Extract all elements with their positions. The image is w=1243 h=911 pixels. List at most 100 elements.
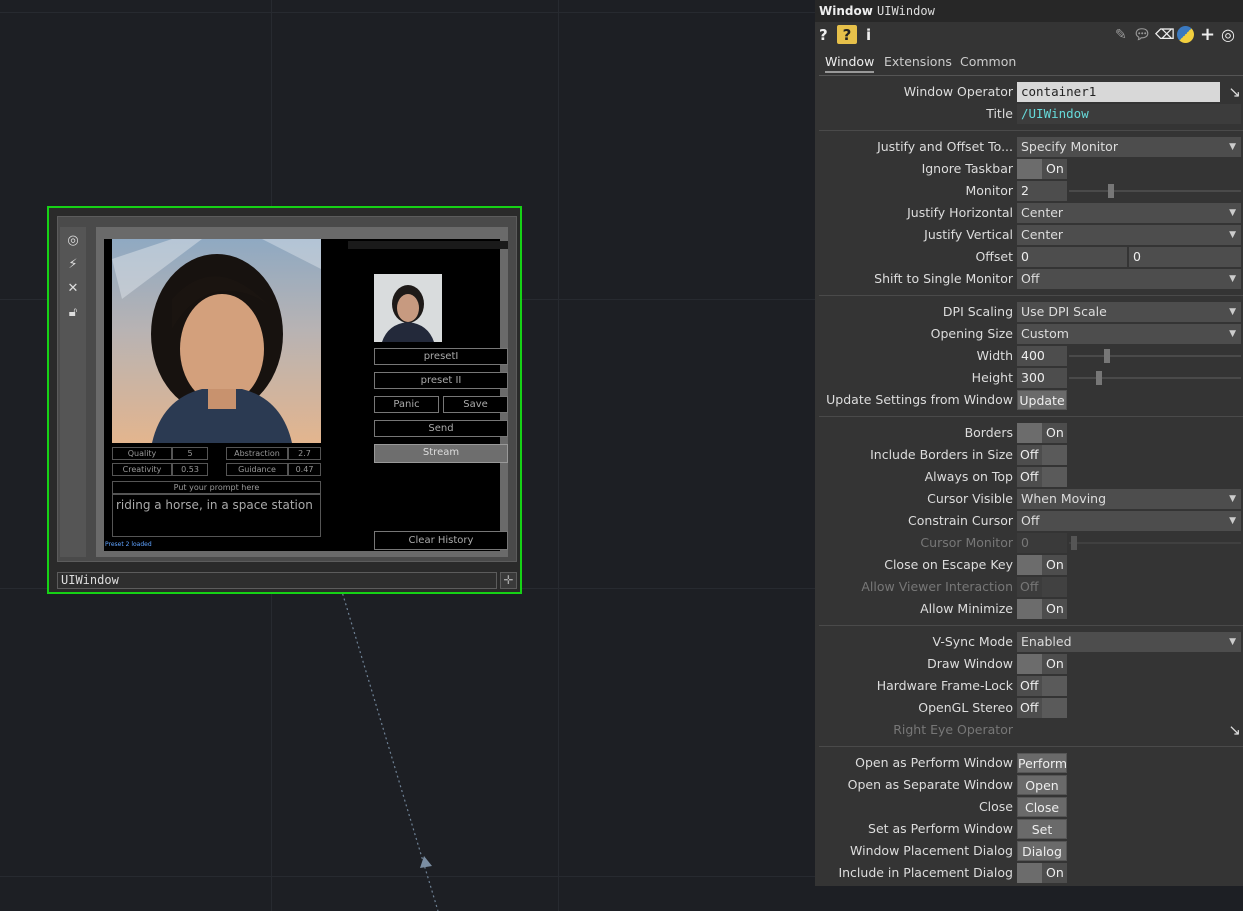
window-operator-field[interactable]: container1: [1017, 82, 1220, 102]
update-button[interactable]: Update: [1017, 390, 1067, 410]
param-label: V-Sync Mode: [932, 634, 1014, 649]
send-button[interactable]: Send: [374, 420, 508, 437]
operator-ref-icon[interactable]: ↘: [1228, 721, 1241, 739]
toggle-state: On: [1046, 656, 1064, 671]
constrain-cursor-dropdown[interactable]: Off ▼: [1017, 511, 1241, 531]
close-button[interactable]: Close: [1017, 797, 1067, 817]
shift-single-monitor-dropdown[interactable]: Off ▼: [1017, 269, 1241, 289]
guidance-value[interactable]: 0.47: [288, 463, 321, 476]
ui-panel: presetI preset II Panic Save Send Stream…: [104, 239, 508, 551]
quality-value[interactable]: 5: [172, 447, 208, 460]
chevron-down-icon: ▼: [1229, 516, 1236, 526]
opening-size-dropdown[interactable]: Custom ▼: [1017, 324, 1241, 344]
always-on-top-toggle[interactable]: Off: [1017, 467, 1067, 487]
justify-offset-dropdown[interactable]: Specify Monitor ▼: [1017, 137, 1241, 157]
info-icon[interactable]: i: [866, 25, 871, 45]
justify-vertical-dropdown[interactable]: Center ▼: [1017, 225, 1241, 245]
param-help-icon[interactable]: ?: [837, 25, 857, 44]
param-include-placement: Include in Placement Dialog On: [815, 863, 1243, 883]
param-include-borders: Include Borders in Size Off: [815, 445, 1243, 465]
param-label: Draw Window: [927, 656, 1013, 671]
param-label: Offset: [975, 249, 1013, 264]
opengl-stereo-toggle[interactable]: Off: [1017, 698, 1067, 718]
comment-icon[interactable]: 💬︎: [1133, 25, 1151, 45]
uiwindow-node[interactable]: ◎ ⚡ ✕ 🔓︎ presetI preset II Panic Save Se…: [47, 206, 522, 594]
param-label: Set as Perform Window: [868, 821, 1013, 836]
param-label: Always on Top: [924, 469, 1013, 484]
include-placement-toggle[interactable]: On: [1017, 863, 1067, 883]
height-field[interactable]: 300: [1017, 368, 1067, 388]
operator-ref-icon[interactable]: ↘: [1228, 83, 1241, 101]
dpi-scaling-dropdown[interactable]: Use DPI Scale ▼: [1017, 302, 1241, 322]
open-button[interactable]: Open: [1017, 775, 1067, 795]
param-label: Ignore Taskbar: [921, 161, 1013, 176]
close-icon[interactable]: ✕: [65, 281, 81, 297]
parameter-panel: Window UIWindow ? ? i ✎ 💬︎ ⌫ + ◎ Window …: [815, 0, 1243, 886]
offset-y-field[interactable]: 0: [1129, 247, 1241, 267]
tab-window[interactable]: Window: [825, 54, 875, 73]
param-open-perform: Open as Perform Window Perform: [815, 753, 1243, 773]
offset-x-field[interactable]: 0: [1017, 247, 1127, 267]
target-icon[interactable]: ◎: [1221, 25, 1235, 45]
param-close: Close Close: [815, 797, 1243, 817]
width-slider-track[interactable]: [1069, 355, 1241, 357]
viewer-toggle-icon[interactable]: ◎: [65, 233, 81, 249]
stream-button[interactable]: Stream: [374, 444, 508, 463]
param-label: OpenGL Stereo: [918, 700, 1013, 715]
title-field[interactable]: /UIWindow: [1017, 104, 1241, 124]
node-viewer-frame: ◎ ⚡ ✕ 🔓︎ presetI preset II Panic Save Se…: [57, 216, 517, 562]
height-slider-handle[interactable]: [1096, 371, 1102, 385]
param-hw-framelock: Hardware Frame-Lock Off: [815, 676, 1243, 696]
allow-minimize-toggle[interactable]: On: [1017, 599, 1067, 619]
dropdown-value: Off: [1021, 271, 1040, 286]
prompt-input[interactable]: riding a horse, in a space station: [112, 494, 321, 537]
help-icon[interactable]: ?: [819, 25, 828, 45]
close-escape-toggle[interactable]: On: [1017, 555, 1067, 575]
param-height: Height 300: [815, 368, 1243, 388]
monitor-slider-handle[interactable]: [1108, 184, 1114, 198]
toggle-state: Off: [1020, 447, 1039, 462]
include-borders-toggle[interactable]: Off: [1017, 445, 1067, 465]
operator-name[interactable]: UIWindow: [877, 4, 935, 18]
height-slider-track[interactable]: [1069, 377, 1241, 379]
panic-button[interactable]: Panic: [374, 396, 439, 413]
ui-topbar: [348, 241, 508, 249]
node-name-field[interactable]: UIWindow: [57, 572, 497, 589]
width-field[interactable]: 400: [1017, 346, 1067, 366]
perform-button[interactable]: Perform: [1017, 753, 1067, 773]
lock-icon[interactable]: 🔓︎: [65, 305, 81, 321]
node-expand-button[interactable]: ✛: [500, 572, 517, 589]
set-button[interactable]: Set: [1017, 819, 1067, 839]
param-constrain-cursor: Constrain Cursor Off ▼: [815, 511, 1243, 531]
tab-common[interactable]: Common: [960, 54, 1016, 69]
vsync-mode-dropdown[interactable]: Enabled ▼: [1017, 632, 1241, 652]
clear-icon[interactable]: ⌫: [1155, 25, 1175, 45]
save-button[interactable]: Save: [443, 396, 508, 413]
abstraction-value[interactable]: 2.7: [288, 447, 321, 460]
param-opengl-stereo: OpenGL Stereo Off: [815, 698, 1243, 718]
python-icon[interactable]: [1177, 26, 1194, 43]
chevron-down-icon: ▼: [1229, 274, 1236, 284]
monitor-slider-track[interactable]: [1069, 190, 1241, 192]
param-label: Close: [978, 799, 1013, 814]
edit-icon[interactable]: ✎: [1115, 25, 1127, 45]
preset-1-button[interactable]: presetI: [374, 348, 508, 365]
hardware-framelock-toggle[interactable]: Off: [1017, 676, 1067, 696]
dialog-button[interactable]: Dialog: [1017, 841, 1067, 861]
bypass-icon[interactable]: ⚡: [65, 257, 81, 273]
param-justify-offset: Justify and Offset To... Specify Monitor…: [815, 137, 1243, 157]
width-slider-handle[interactable]: [1104, 349, 1110, 363]
borders-toggle[interactable]: On: [1017, 423, 1067, 443]
tab-extensions[interactable]: Extensions: [884, 54, 952, 69]
add-icon[interactable]: +: [1200, 25, 1215, 45]
justify-horizontal-dropdown[interactable]: Center ▼: [1017, 203, 1241, 223]
clear-history-button[interactable]: Clear History: [374, 531, 508, 550]
cursor-visible-dropdown[interactable]: When Moving ▼: [1017, 489, 1241, 509]
toggle-state: On: [1046, 601, 1064, 616]
monitor-field[interactable]: 2: [1017, 181, 1067, 201]
ignore-taskbar-toggle[interactable]: On: [1017, 159, 1067, 179]
draw-window-toggle[interactable]: On: [1017, 654, 1067, 674]
creativity-value[interactable]: 0.53: [172, 463, 208, 476]
param-draw-window: Draw Window On: [815, 654, 1243, 674]
preset-2-button[interactable]: preset II: [374, 372, 508, 389]
